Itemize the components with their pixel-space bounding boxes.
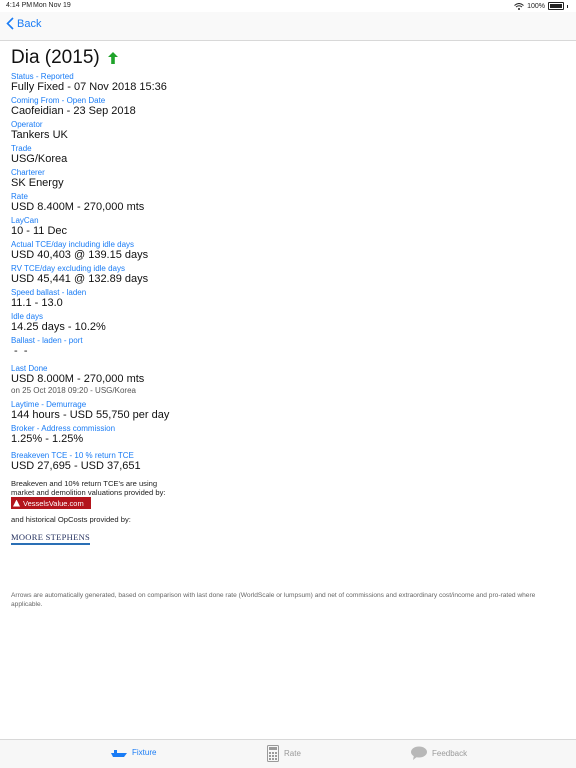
field-value: Caofeidian - 23 Sep 2018 bbox=[11, 105, 136, 117]
field-value: SK Energy bbox=[11, 177, 64, 189]
ship-icon bbox=[111, 749, 127, 757]
field-label: Charterer bbox=[11, 168, 45, 177]
tab-fixture[interactable]: Fixture bbox=[111, 748, 156, 757]
field-rv-tce: RV TCE/day excluding idle days USD 45,44… bbox=[11, 264, 551, 286]
status-right: 100% bbox=[514, 2, 568, 10]
status-date: Mon Nov 19 bbox=[33, 2, 71, 9]
field-value: USD 8.400M - 270,000 mts bbox=[11, 201, 145, 213]
field-label: Last Done bbox=[11, 364, 48, 373]
field-broker: Broker - Address commission 1.25% - 1.25… bbox=[11, 424, 551, 446]
calculator-icon bbox=[267, 745, 279, 762]
field-label: Broker - Address commission bbox=[11, 424, 116, 433]
trend-up-arrow-icon bbox=[107, 52, 118, 64]
field-value: 10 - 11 Dec bbox=[11, 225, 68, 237]
tab-bar: Fixture Rate Feedback bbox=[0, 739, 576, 768]
field-label: Operator bbox=[11, 120, 43, 129]
status-bar: 4:14 PM Mon Nov 19 100% bbox=[0, 0, 576, 12]
vesselsvalue-mark-icon bbox=[13, 499, 20, 507]
field-value: Tankers UK bbox=[11, 129, 68, 141]
battery-percent: 100% bbox=[527, 2, 545, 10]
field-label: Coming From - Open Date bbox=[11, 96, 106, 105]
field-label: RV TCE/day excluding idle days bbox=[11, 264, 125, 273]
field-value: 11.1 - 13.0 bbox=[11, 297, 63, 309]
field-label: Breakeven TCE - 10 % return TCE bbox=[11, 451, 134, 460]
field-trade: Trade USG/Korea bbox=[11, 144, 551, 166]
moore-stephens-logo[interactable]: MOORE STEPHENS bbox=[11, 532, 91, 545]
field-value: - - bbox=[11, 345, 31, 357]
field-value: USD 40,403 @ 139.15 days bbox=[11, 249, 149, 261]
field-value: 14.25 days - 10.2% bbox=[11, 321, 106, 333]
valuation-note: Breakeven and 10% return TCE's are using… bbox=[11, 479, 166, 497]
vesselsvalue-logo-text: VesselsValue.com bbox=[23, 498, 84, 508]
field-status: Status - Reported Fully Fixed - 07 Nov 2… bbox=[11, 72, 551, 94]
field-value: USD 8.000M - 270,000 mts bbox=[11, 373, 145, 385]
back-button[interactable]: Back bbox=[6, 17, 41, 30]
field-operator: Operator Tankers UK bbox=[11, 120, 551, 142]
field-rate: Rate USD 8.400M - 270,000 mts bbox=[11, 192, 551, 214]
speech-bubble-icon bbox=[411, 746, 427, 760]
status-time: 4:14 PM bbox=[6, 2, 33, 9]
field-label: Status - Reported bbox=[11, 72, 74, 81]
field-laytime: Laytime - Demurrage 144 hours - USD 55,7… bbox=[11, 400, 551, 422]
tab-feedback-label: Feedback bbox=[432, 748, 468, 758]
field-charterer: Charterer SK Energy bbox=[11, 168, 551, 190]
wifi-icon bbox=[514, 2, 524, 10]
field-idle-days: Idle days 14.25 days - 10.2% bbox=[11, 312, 551, 334]
disclaimer-text: Arrows are automatically generated, base… bbox=[11, 592, 536, 608]
field-laycan: LayCan 10 - 11 Dec bbox=[11, 216, 551, 238]
field-coming-from: Coming From - Open Date Caofeidian - 23 … bbox=[11, 96, 551, 118]
field-label: Laytime - Demurrage bbox=[11, 400, 87, 409]
field-value: USD 45,441 @ 132.89 days bbox=[11, 273, 149, 285]
field-value: 1.25% - 1.25% bbox=[11, 433, 84, 445]
field-actual-tce: Actual TCE/day including idle days USD 4… bbox=[11, 240, 551, 262]
title-row: Dia (2015) bbox=[11, 46, 551, 70]
field-label: Actual TCE/day including idle days bbox=[11, 240, 135, 249]
field-label: Ballast - laden - port bbox=[11, 336, 83, 345]
vessel-title: Dia (2015) bbox=[11, 47, 100, 68]
nav-bar: Back bbox=[0, 12, 576, 41]
field-label: Idle days bbox=[11, 312, 44, 321]
field-label: Rate bbox=[11, 192, 28, 201]
battery-icon bbox=[548, 2, 564, 10]
field-value: 144 hours - USD 55,750 per day bbox=[11, 409, 170, 421]
tab-rate[interactable]: Rate bbox=[267, 745, 301, 762]
battery-nub bbox=[567, 4, 568, 8]
field-breakeven: Breakeven TCE - 10 % return TCE USD 27,6… bbox=[11, 451, 551, 473]
field-last-done: Last Done USD 8.000M - 270,000 mts on 25… bbox=[11, 364, 551, 395]
field-value: Fully Fixed - 07 Nov 2018 15:36 bbox=[11, 81, 167, 93]
back-label: Back bbox=[17, 17, 42, 30]
chevron-left-icon bbox=[6, 17, 14, 30]
tab-feedback[interactable]: Feedback bbox=[411, 746, 467, 760]
field-subvalue: on 25 Oct 2018 09:20 - USG/Korea bbox=[11, 386, 136, 395]
tab-rate-label: Rate bbox=[284, 749, 301, 758]
field-value: USD 27,695 - USD 37,651 bbox=[11, 460, 141, 472]
field-value: USG/Korea bbox=[11, 153, 68, 165]
field-speed: Speed ballast - laden 11.1 - 13.0 bbox=[11, 288, 551, 310]
fixture-details: Dia (2015) Status - Reported Fully Fixed… bbox=[11, 46, 551, 545]
field-label: LayCan bbox=[11, 216, 39, 225]
opcosts-note: and historical OpCosts provided by: bbox=[11, 515, 131, 524]
field-label: Trade bbox=[11, 144, 32, 153]
vesselsvalue-logo[interactable]: VesselsValue.com bbox=[11, 497, 91, 509]
field-label: Speed ballast - laden bbox=[11, 288, 87, 297]
tab-fixture-label: Fixture bbox=[132, 748, 157, 757]
field-ballast-laden-port: Ballast - laden - port - - bbox=[11, 336, 551, 358]
